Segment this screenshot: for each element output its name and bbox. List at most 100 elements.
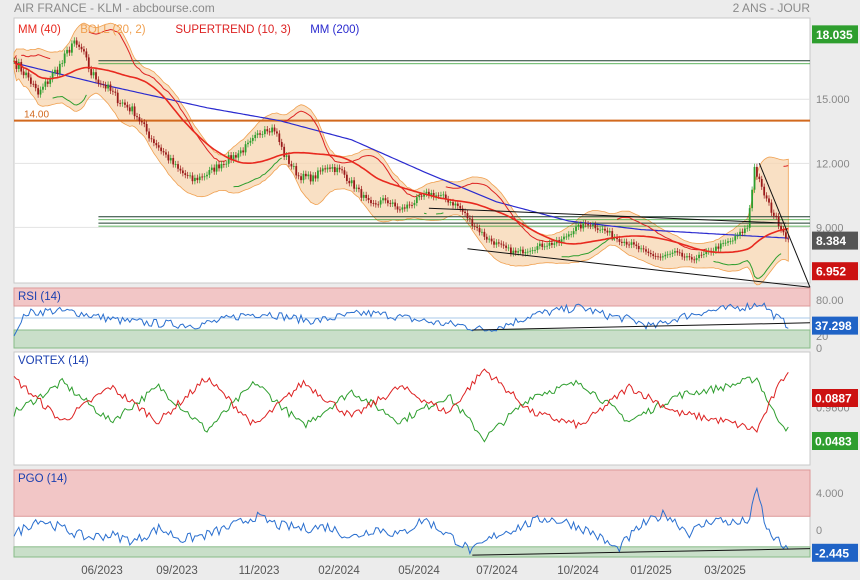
pgo-overbought-zone [13,469,811,517]
price-tick-label: 12.000 [816,158,850,170]
candle-body [739,231,741,236]
candle-body [242,150,245,153]
vortex-title: VORTEX (14) [18,355,89,367]
candle-body [553,243,556,245]
candle-body [213,167,216,172]
candle-body [396,206,399,210]
pgo-tick-label: 4.000 [816,488,844,500]
candle-body [775,215,778,217]
candle-body [348,180,351,184]
candle-body [500,243,503,245]
candle-body [97,79,100,84]
candle-body [647,251,650,253]
candle-body [543,246,546,248]
candle-body [165,152,167,155]
candle-body [452,202,454,206]
candle-body [577,224,580,227]
candle-body [418,195,421,198]
candle-body [601,228,604,230]
candle-body [181,170,184,174]
candle-body [531,250,534,252]
candle-body [201,176,204,178]
candle-body [642,248,645,250]
candle-body [524,252,527,254]
candle-body [22,71,25,76]
candle-body [415,197,418,204]
candle-body [746,227,749,229]
candle-body [99,83,102,85]
candle-body [722,242,725,244]
candle-body [297,175,300,177]
candle-body [157,145,160,148]
candle-body [676,251,679,253]
x-axis-label: 05/2024 [398,565,440,577]
candle-body [367,197,370,201]
candle-body [261,134,264,135]
candle-body [196,177,199,181]
candle-body [666,254,669,256]
vortex-panel [13,351,811,466]
candle-body [596,228,599,230]
candle-body [172,158,175,165]
candle-body [95,72,97,80]
candle-body [565,236,568,238]
candle-body [488,238,491,240]
candle-body [534,249,536,251]
candle-body [302,173,305,181]
candle-body [478,227,481,233]
candle-body [425,191,428,194]
candle-body [370,200,372,204]
candle-body [329,167,331,169]
level-label-14: 14.00 [24,110,49,121]
candle-body [763,186,766,196]
candle-body [541,243,544,247]
candle-body [198,176,201,181]
pgo-tick-label: 0 [816,525,822,537]
candle-body [584,222,587,225]
candle-body [353,180,356,189]
candle-body [674,251,676,253]
candle-body [604,228,606,231]
candle-body [777,216,780,227]
candle-body [273,127,276,132]
candle-body [46,81,49,84]
candle-body [536,246,539,250]
candle-body [78,44,81,47]
price-badge-label: 6.952 [816,265,846,279]
candle-body [189,175,191,177]
candle-body [748,208,751,228]
candle-body [362,194,365,198]
candle-body [760,178,763,187]
pgo-title: PGO (14) [18,473,67,485]
candle-body [594,224,597,229]
candle-body [753,166,756,190]
candle-body [68,49,71,53]
candle-body [497,242,500,244]
candle-body [191,175,194,182]
candle-body [741,231,744,234]
candle-body [292,166,295,167]
candle-body [459,205,462,209]
candle-body [698,254,700,259]
candle-body [671,252,674,254]
candle-body [194,177,196,182]
candle-body [471,218,474,226]
candle-body [493,241,495,245]
candle-body [307,174,310,177]
candle-body [25,72,27,76]
candle-body [90,69,93,76]
rsi-title: RSI (14) [18,291,61,303]
candle-body [717,246,720,249]
candle-body [403,207,406,209]
candle-body [743,228,746,234]
candle-body [317,170,319,179]
candle-body [341,169,343,171]
candle-body [495,242,498,245]
candle-body [80,46,83,50]
candle-body [309,174,312,182]
candle-body [107,84,109,89]
candle-body [75,40,78,45]
candle-body [126,104,129,108]
chart-canvas: 15.00012.0009.00014.00MM (40) BOLL (20, 2… [13,17,858,577]
candle-body [153,139,155,144]
